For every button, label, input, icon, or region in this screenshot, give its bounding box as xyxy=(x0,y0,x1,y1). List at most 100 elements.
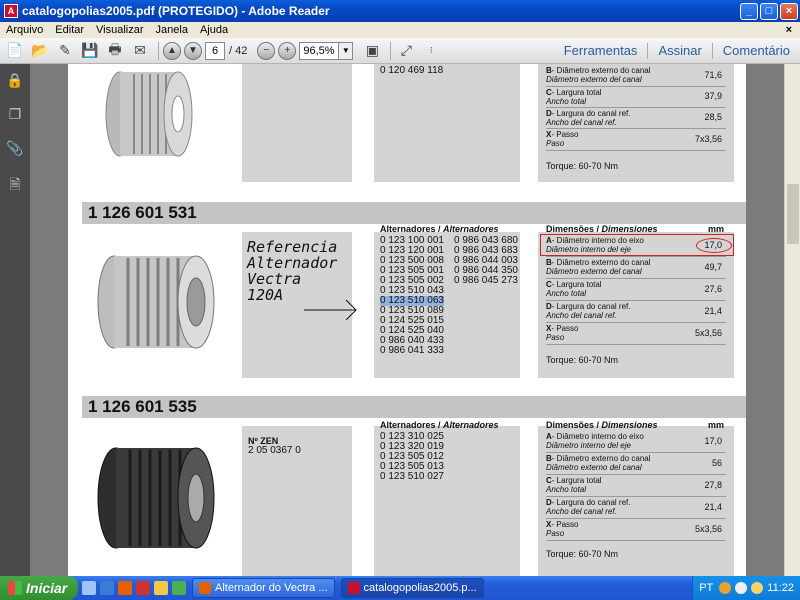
open-icon[interactable]: 📂 xyxy=(29,41,51,61)
dim-value: 17,0 xyxy=(704,436,722,446)
show-desktop-icon[interactable] xyxy=(82,581,96,595)
dim-row-c-top: C- Largura total Ancho total xyxy=(546,88,602,106)
folder-icon[interactable] xyxy=(154,581,168,595)
dim-row-b-top: B- Diâmetro externo do canal Diâmetro ex… xyxy=(546,66,651,84)
toolbar-more-icon[interactable]: ⁝ xyxy=(420,41,442,61)
restore-button[interactable]: □ xyxy=(760,2,778,20)
pdf-page: 0 120 469 118 B- Diâmetro externo do can… xyxy=(68,64,746,576)
dim-row-x-top: X- Passo Paso xyxy=(546,130,578,148)
dim-label: - Largura do canal ref. xyxy=(551,109,631,118)
edit-icon[interactable]: ✎ xyxy=(54,41,76,61)
dim-separator xyxy=(546,86,726,87)
alternators-panel-top xyxy=(374,64,520,182)
task-label: catalogopolias2005.p... xyxy=(363,582,477,594)
dim-separator xyxy=(546,256,726,257)
torque-top: Torque: 60-70 Nm xyxy=(546,161,619,171)
email-icon[interactable]: ✉ xyxy=(129,41,151,61)
scrollbar-thumb[interactable] xyxy=(787,184,799,244)
dim-label-es: Ancho total xyxy=(546,485,587,494)
dim-separator xyxy=(546,540,726,541)
document-info-icon[interactable]: 🗎 xyxy=(6,174,24,192)
fullscreen-icon[interactable]: ⤢ xyxy=(395,41,417,61)
arrow-annotation xyxy=(304,299,357,321)
close-button[interactable]: × xyxy=(780,2,798,20)
pulley-image-531 xyxy=(82,232,232,372)
menu-janela[interactable]: Janela xyxy=(150,24,194,36)
antivirus-icon[interactable] xyxy=(719,582,732,594)
minimize-button[interactable]: _ xyxy=(740,2,758,20)
dimensions-header-es: Dimensiones xyxy=(601,224,658,234)
lock-icon[interactable]: 🔒 xyxy=(6,72,24,90)
dim-label: - Passo xyxy=(551,520,579,529)
dim-row-x: X- Passo Paso xyxy=(546,520,578,538)
part-number: 1 126 601 535 xyxy=(88,397,197,416)
dim-row-a: A- Diâmetro interno do eixo Diâmetro int… xyxy=(546,432,644,450)
dimensions-unit: mm xyxy=(708,420,725,430)
media-icon[interactable] xyxy=(136,581,150,595)
tools-link[interactable]: Ferramentas xyxy=(554,43,648,58)
zoom-dropdown-icon[interactable]: ▼ xyxy=(339,41,354,60)
previous-page-icon[interactable]: ▲ xyxy=(163,41,181,60)
firefox-icon xyxy=(199,582,211,594)
zoom-in-icon[interactable]: + xyxy=(278,41,297,60)
dim-label-es: Ancho total xyxy=(546,97,587,106)
part-number-top: 0 120 469 118 xyxy=(380,65,444,76)
dim-label: - Largura total xyxy=(551,88,602,97)
window-title: catalogopolias2005.pdf (PROTEGIDO) - Ado… xyxy=(22,4,330,18)
zoom-input[interactable]: 96,5% xyxy=(299,41,340,60)
document-close-icon[interactable]: × xyxy=(786,24,792,36)
list-item: 0 123 510 027 xyxy=(380,471,444,482)
menu-bar: Arquivo Editar Visualizar Janela Ajuda × xyxy=(0,22,800,38)
fit-page-icon[interactable]: ▣ xyxy=(361,41,383,61)
alternators-header: Alternadores / Alternadores xyxy=(380,420,499,430)
dim-row-d-top: D- Largura do canal ref. Ancho del canal… xyxy=(546,109,631,127)
menu-editar[interactable]: Editar xyxy=(49,24,90,36)
language-indicator[interactable]: PT xyxy=(699,582,713,594)
menu-arquivo[interactable]: Arquivo xyxy=(0,24,49,36)
note-line: Alternador xyxy=(247,254,338,272)
volume-icon[interactable] xyxy=(751,582,764,594)
dim-separator xyxy=(546,128,726,129)
part-number: 1 126 601 531 xyxy=(88,203,197,222)
chrome-icon[interactable] xyxy=(172,581,186,595)
vertical-scrollbar[interactable] xyxy=(784,64,800,576)
start-label: Iniciar xyxy=(26,580,68,596)
zen-value: 2 05 0367 0 xyxy=(248,445,301,456)
menu-ajuda[interactable]: Ajuda xyxy=(194,24,234,36)
task-firefox-alternador[interactable]: Alternador do Vectra ... xyxy=(192,578,335,598)
title-bar[interactable]: A catalogopolias2005.pdf (PROTEGIDO) - A… xyxy=(0,0,800,22)
zen-panel-top xyxy=(242,64,352,182)
dim-label: - Largura do canal ref. xyxy=(551,498,631,507)
start-button[interactable]: Iniciar xyxy=(0,576,78,600)
page-number-input[interactable]: 6 xyxy=(205,41,225,60)
firefox-icon[interactable] xyxy=(118,581,132,595)
next-page-icon[interactable]: ▼ xyxy=(184,41,202,60)
menu-visualizar[interactable]: Visualizar xyxy=(90,24,150,36)
create-pdf-icon[interactable]: 📄 xyxy=(4,41,26,61)
save-icon[interactable]: 💾 xyxy=(79,41,101,61)
dim-label-es: Diâmetro externo del canal xyxy=(546,463,642,472)
print-icon[interactable]: 🖶 xyxy=(104,41,126,61)
task-adobe-reader[interactable]: catalogopolias2005.p... xyxy=(340,578,484,598)
torque: Torque: 60-70 Nm xyxy=(546,549,619,559)
dim-row-x: X- Passo Paso xyxy=(546,324,578,342)
sign-link[interactable]: Assinar xyxy=(648,43,711,58)
dim-label-es: Ancho del canal ref. xyxy=(546,118,617,127)
dim-label-es: Paso xyxy=(546,529,565,538)
browser-icon[interactable] xyxy=(100,581,114,595)
pages-icon[interactable]: ❐ xyxy=(6,106,24,124)
dim-separator xyxy=(546,150,726,151)
task-label: Alternador do Vectra ... xyxy=(215,582,328,594)
dim-row-c: C- Largura total Ancho total xyxy=(546,280,602,298)
dim-value: 17,0 xyxy=(704,240,722,250)
dim-value: 7x3,56 xyxy=(694,134,722,144)
dimensions-header: Dimensões / Dimensiones xyxy=(546,420,658,430)
document-viewport[interactable]: 0 120 469 118 B- Diâmetro externo do can… xyxy=(30,64,784,576)
torque: Torque: 60-70 Nm xyxy=(546,355,619,365)
dim-row-d: D- Largura do canal ref. Ancho del canal… xyxy=(546,498,631,516)
toolbar: 📄 📂 ✎ 💾 🖶 ✉ ▲ ▼ 6 / 42 − + 96,5% ▼ ▣ ⤢ ⁝… xyxy=(0,38,800,64)
attachment-icon[interactable]: 📎 xyxy=(6,140,24,158)
network-icon[interactable] xyxy=(735,582,748,594)
zoom-out-icon[interactable]: − xyxy=(257,41,276,60)
comment-link[interactable]: Comentário xyxy=(713,43,800,58)
